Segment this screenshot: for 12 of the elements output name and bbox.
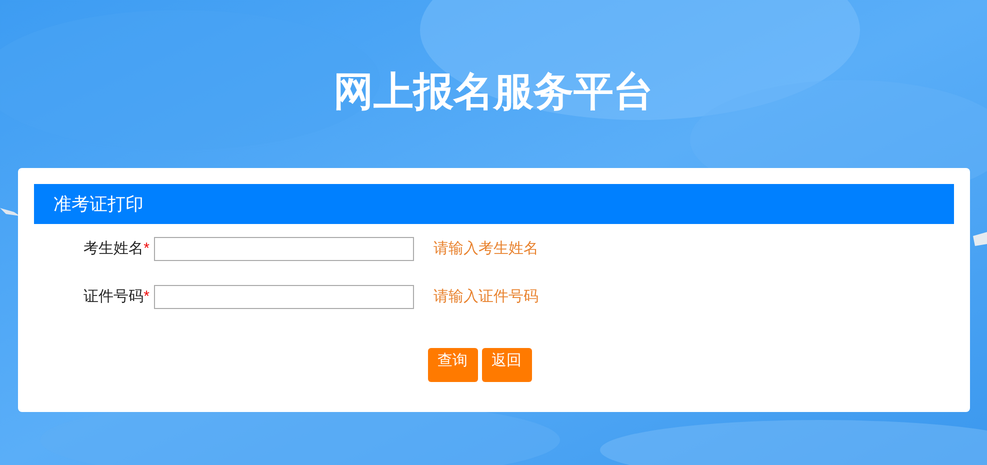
input-field[interactable] (154, 237, 414, 261)
field-label: 证件号码 (84, 286, 144, 307)
page-title: 网上报名服务平台 (334, 69, 654, 116)
input-field[interactable] (154, 285, 414, 309)
required-mark: * (144, 238, 150, 259)
action-button[interactable]: 查询 (428, 348, 478, 382)
field-hint: 请输入考生姓名 (434, 238, 538, 259)
field-label: 考生姓名 (84, 238, 144, 259)
panel-title: 准考证打印 (54, 192, 144, 216)
required-mark: * (144, 286, 150, 307)
action-button[interactable]: 返回 (482, 348, 532, 382)
field-hint: 请输入证件号码 (434, 286, 538, 307)
